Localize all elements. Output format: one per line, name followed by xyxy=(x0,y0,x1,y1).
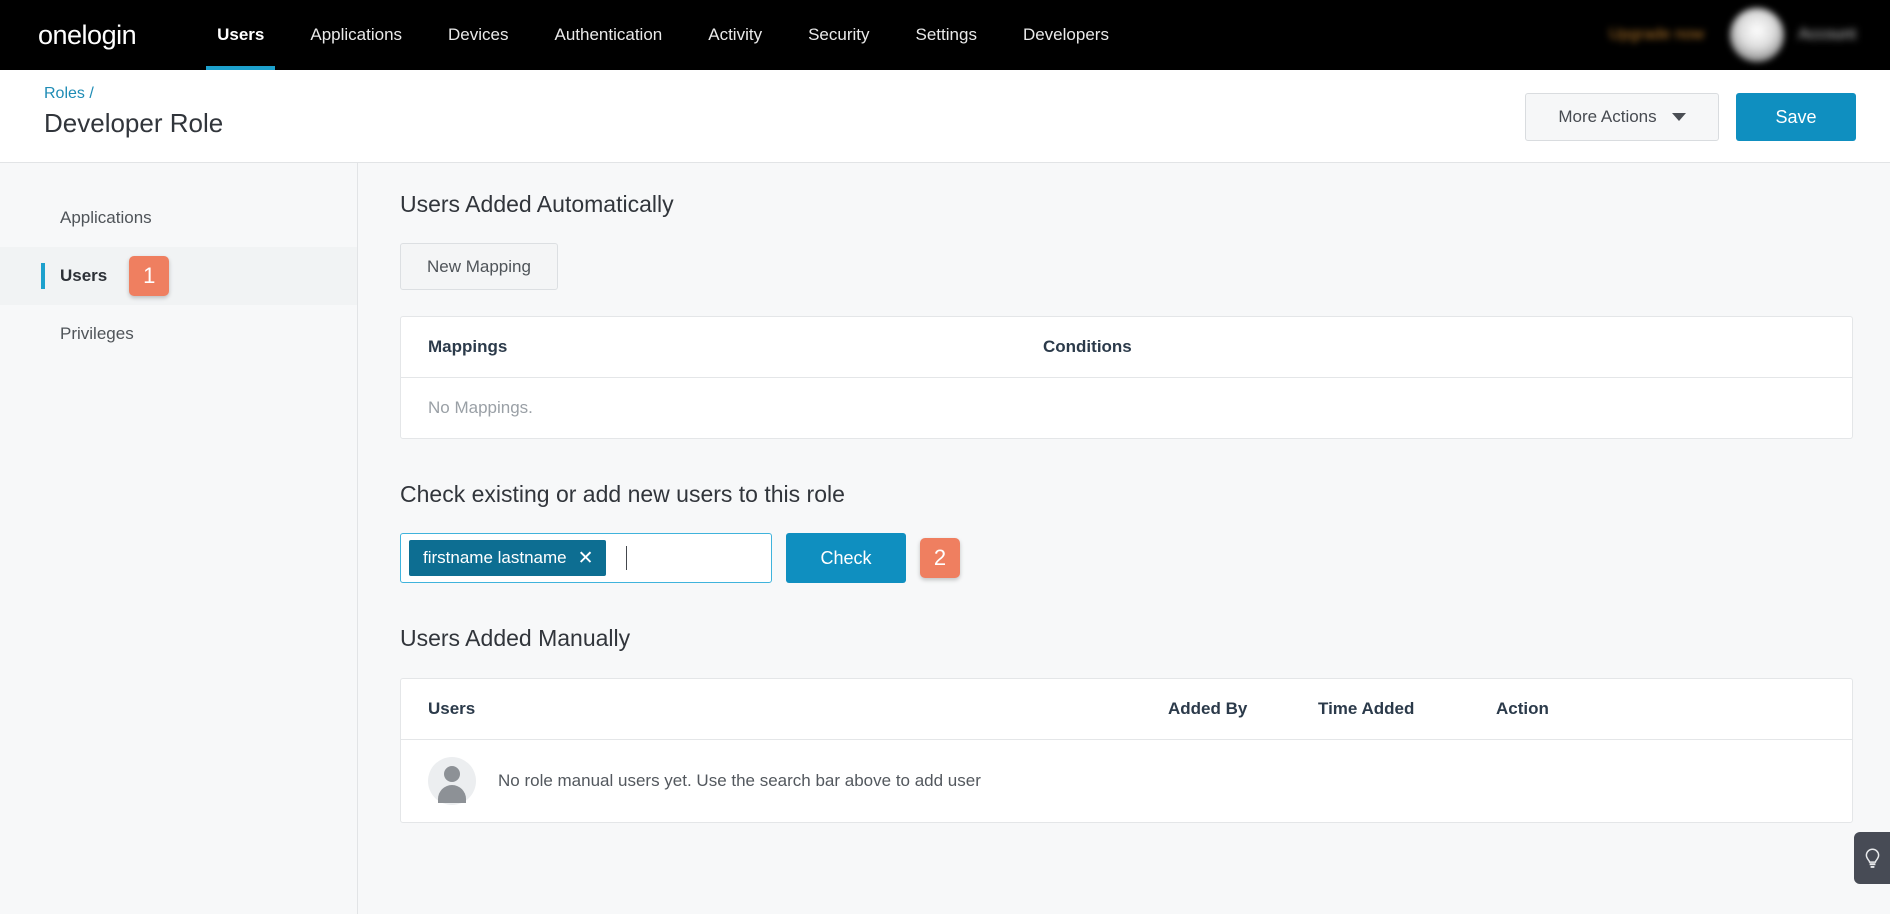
breadcrumb-roles-link[interactable]: Roles xyxy=(44,85,85,102)
user-chip: firstname lastname ✕ xyxy=(409,540,606,576)
user-chip-label: firstname lastname xyxy=(423,548,567,567)
sidebar-item-label: Users xyxy=(60,266,108,285)
sidebar-item-label: Applications xyxy=(60,208,152,227)
nav-item-devices[interactable]: Devices xyxy=(425,0,531,70)
manual-users-empty-text: No role manual users yet. Use the search… xyxy=(498,771,981,790)
column-header-added-by: Added By xyxy=(1168,699,1248,718)
breadcrumb-separator: / xyxy=(89,85,94,102)
nav-item-activity[interactable]: Activity xyxy=(685,0,785,70)
role-sidebar: Applications Users 1 Privileges xyxy=(0,163,358,914)
check-users-heading: Check existing or add new users to this … xyxy=(400,481,845,507)
nav-item-applications[interactable]: Applications xyxy=(287,0,425,70)
onelogin-logo[interactable]: onelogin xyxy=(38,20,137,51)
lightbulb-icon xyxy=(1865,848,1879,868)
mappings-table-header: Mappings Conditions xyxy=(401,317,1852,378)
manual-users-table: Users Added By Time Added Action No role… xyxy=(400,678,1853,823)
mappings-table: Mappings Conditions No Mappings. xyxy=(400,316,1853,439)
page-header: Roles / Developer Role More Actions Save xyxy=(0,70,1890,163)
nav-item-settings[interactable]: Settings xyxy=(893,0,1000,70)
account-name-label: Account xyxy=(1798,26,1856,43)
column-header-mappings: Mappings xyxy=(428,337,508,356)
users-added-automatically-heading: Users Added Automatically xyxy=(400,191,674,217)
more-actions-button[interactable]: More Actions xyxy=(1525,93,1719,141)
page-title: Developer Role xyxy=(44,108,224,138)
nav-item-authentication[interactable]: Authentication xyxy=(532,0,686,70)
nav-item-users[interactable]: Users xyxy=(194,0,287,70)
mappings-empty-text: No Mappings. xyxy=(428,398,533,417)
save-button[interactable]: Save xyxy=(1736,93,1856,141)
avatar xyxy=(1730,8,1785,62)
page-body: Applications Users 1 Privileges Users Ad… xyxy=(0,163,1890,914)
chevron-down-icon xyxy=(1671,113,1686,121)
upgrade-now-link[interactable]: Upgrade now xyxy=(1609,26,1704,44)
step-badge-2: 2 xyxy=(920,538,960,578)
help-tips-tab[interactable] xyxy=(1854,832,1890,884)
column-header-conditions: Conditions xyxy=(1043,337,1132,356)
top-navigation-bar: onelogin Users Applications Devices Auth… xyxy=(0,0,1890,70)
more-actions-label: More Actions xyxy=(1558,107,1657,126)
mappings-empty-row: No Mappings. xyxy=(401,378,1852,438)
sidebar-item-privileges[interactable]: Privileges xyxy=(0,305,357,363)
user-search-input[interactable]: firstname lastname ✕ xyxy=(400,533,772,583)
column-header-users: Users xyxy=(428,699,476,718)
nav-item-security[interactable]: Security xyxy=(785,0,892,70)
check-button[interactable]: Check xyxy=(786,533,906,583)
user-avatar-icon xyxy=(428,757,476,805)
new-mapping-button[interactable]: New Mapping xyxy=(400,243,558,290)
account-menu[interactable]: Account xyxy=(1730,8,1856,62)
step-badge-1: 1 xyxy=(129,256,170,296)
page-header-actions: More Actions Save xyxy=(1525,93,1856,141)
users-added-manually-heading: Users Added Manually xyxy=(400,625,631,651)
column-header-action: Action xyxy=(1496,699,1549,718)
top-nav-items: Users Applications Devices Authenticatio… xyxy=(194,0,1132,70)
manual-users-table-header: Users Added By Time Added Action xyxy=(401,679,1852,740)
close-icon[interactable]: ✕ xyxy=(578,549,594,568)
main-content: Users Added Automatically New Mapping Ma… xyxy=(358,163,1890,914)
nav-item-developers[interactable]: Developers xyxy=(1000,0,1132,70)
text-caret xyxy=(625,546,627,570)
sidebar-item-label: Privileges xyxy=(60,324,134,343)
check-users-row: firstname lastname ✕ Check 2 xyxy=(400,533,1848,583)
top-nav-right: Upgrade now Account xyxy=(1609,8,1856,62)
breadcrumb: Roles / xyxy=(44,85,94,103)
column-header-time-added: Time Added xyxy=(1318,699,1415,718)
sidebar-item-users[interactable]: Users 1 xyxy=(0,247,357,305)
manual-users-empty-row: No role manual users yet. Use the search… xyxy=(401,740,1852,822)
sidebar-item-applications[interactable]: Applications xyxy=(0,189,357,247)
